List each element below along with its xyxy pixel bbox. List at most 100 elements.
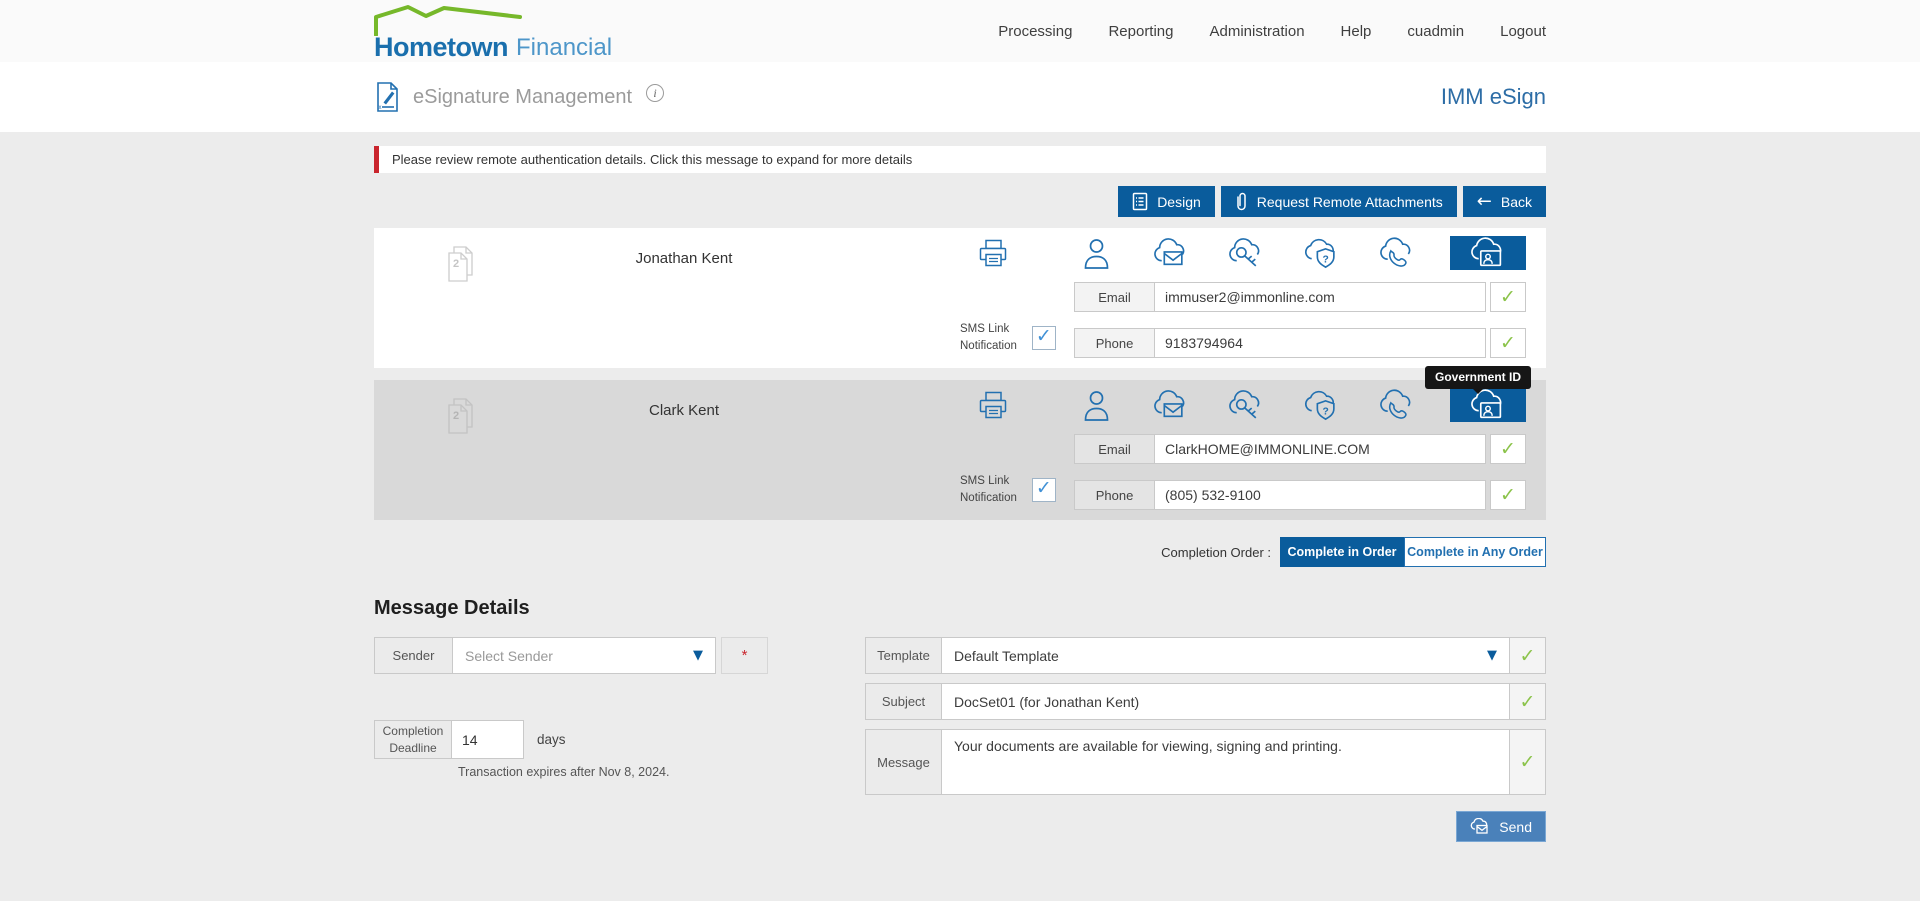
sms-link-notification-label: SMS Link Notification (960, 323, 1017, 353)
product-name: IMM eSign (1440, 84, 1546, 109)
info-icon[interactable]: i (646, 84, 665, 102)
page-title: eSignature Management (413, 85, 633, 108)
sender-row: Sender Select Sender ▼ * (374, 637, 768, 674)
nav-username[interactable]: cuadmin (1407, 23, 1464, 40)
remote-security-question-icon[interactable]: ? (1300, 388, 1344, 422)
template-label: Template (866, 638, 942, 673)
content-area: Please review remote authentication deta… (374, 132, 1546, 842)
sms-notification-checkbox[interactable]: ✓ (1031, 477, 1056, 503)
check-icon: ✓ (1500, 438, 1516, 460)
nav-logout[interactable]: Logout (1500, 23, 1546, 40)
sms-link-notification-label: SMS Link Notification (960, 475, 1017, 505)
template-row: Template Default Template ▼ ✓ (865, 637, 1546, 674)
sender-required-marker: * (721, 637, 768, 674)
printer-icon[interactable] (974, 238, 1011, 271)
printer-icon[interactable] (974, 390, 1011, 423)
sender-selected-value[interactable]: Select Sender ▼ (453, 638, 715, 673)
message-row: Message Your documents are available for… (865, 729, 1546, 795)
send-button[interactable]: Send (1456, 811, 1546, 842)
check-icon: ✓ (1519, 751, 1536, 773)
review-auth-alert[interactable]: Please review remote authentication deta… (374, 146, 1546, 173)
toolbar: Design Request Remote Attachments ← Back (374, 186, 1546, 217)
complete-in-any-order-button[interactable]: Complete in Any Order (1404, 537, 1546, 567)
tooltip-caret (1471, 388, 1484, 394)
recipient-person-icon[interactable] (1074, 388, 1118, 422)
template-valid-check: ✓ (1509, 638, 1545, 673)
remote-password-icon[interactable] (1224, 236, 1268, 270)
phone-label: Phone (1074, 328, 1154, 358)
subject-input[interactable]: DocSet01 (for Jonathan Kent) (942, 684, 1509, 719)
government-id-icon[interactable] (1449, 236, 1526, 270)
sender-dropdown[interactable]: Sender Select Sender ▼ (374, 637, 716, 674)
email-value[interactable]: immuser2@immonline.com (1154, 282, 1486, 312)
doc-count-number: 2 (453, 410, 459, 422)
phone-value[interactable]: (805) 532-9100 (1154, 480, 1486, 510)
top-nav-bar: Hometown Financial Processing Reporting … (0, 0, 1920, 62)
deadline-days-input[interactable] (452, 720, 524, 759)
hometown-financial-logo: Hometown Financial (374, 0, 612, 62)
sms-notification-checkbox[interactable]: ✓ (1031, 325, 1056, 351)
nav-help[interactable]: Help (1341, 23, 1372, 40)
back-arrow-icon: ← (1476, 190, 1492, 212)
message-textarea[interactable]: Your documents are available for viewing… (942, 730, 1509, 794)
sender-label: Sender (375, 638, 453, 673)
email-valid-check: ✓ (1490, 434, 1526, 464)
message-details-heading: Message Details (374, 597, 530, 619)
document-count-icon: 2 (448, 246, 473, 282)
check-icon: ✓ (1500, 286, 1516, 308)
phone-value[interactable]: 9183794964 (1154, 328, 1486, 358)
completion-deadline-row: Completion Deadline days (374, 720, 768, 759)
back-button[interactable]: ← Back (1462, 186, 1546, 217)
recipient-person-icon[interactable] (1074, 236, 1118, 270)
remote-phone-icon[interactable] (1375, 388, 1419, 422)
svg-text:x: x (379, 105, 382, 111)
recipient-row-clark-kent[interactable]: Government ID 2 Clark Kent ? Email Clark… (374, 366, 1546, 520)
completion-order-label: Completion Order : (1161, 544, 1271, 560)
nav-reporting[interactable]: Reporting (1108, 23, 1173, 40)
recipient-row-jonathan-kent[interactable]: 2 Jonathan Kent ? Email immuser2@immonli… (374, 228, 1546, 368)
remote-security-question-icon[interactable]: ? (1300, 236, 1344, 270)
government-id-tooltip: Government ID (1424, 366, 1531, 394)
complete-in-order-button[interactable]: Complete in Order (1280, 537, 1404, 567)
government-id-icon[interactable] (1449, 388, 1526, 422)
logo-roof-icon (374, 5, 522, 36)
email-value[interactable]: ClarkHOME@IMMONLINE.COM (1154, 434, 1486, 464)
phone-label: Phone (1074, 480, 1154, 510)
request-remote-attachments-button[interactable]: Request Remote Attachments (1220, 186, 1457, 217)
remote-phone-icon[interactable] (1375, 236, 1419, 270)
nav-processing[interactable]: Processing (998, 23, 1072, 40)
phone-row: Phone (805) 532-9100 ✓ (1074, 480, 1526, 510)
email-valid-check: ✓ (1490, 282, 1526, 312)
email-label: Email (1074, 434, 1154, 464)
svg-text:?: ? (1322, 406, 1328, 417)
chevron-down-icon: ▼ (1487, 648, 1497, 663)
check-icon: ✓ (1500, 332, 1516, 354)
message-valid-check: ✓ (1509, 730, 1545, 794)
checkbox-check-icon: ✓ (1035, 477, 1052, 500)
back-button-label: Back (1500, 193, 1532, 210)
design-button[interactable]: Design (1118, 186, 1215, 217)
page-header: x eSignature Management i IMM eSign (0, 62, 1920, 132)
doc-count-number: 2 (453, 258, 459, 270)
template-selected-value: Default Template (954, 647, 1059, 664)
brand-suffix: Financial (516, 34, 613, 61)
message-label: Message (866, 730, 942, 794)
nav-administration[interactable]: Administration (1210, 23, 1305, 40)
remote-email-icon[interactable] (1149, 388, 1193, 422)
paperclip-icon (1237, 192, 1246, 210)
chevron-down-icon: ▼ (693, 648, 703, 663)
checkbox-check-icon: ✓ (1035, 325, 1052, 348)
esignature-document-icon: x (377, 82, 398, 112)
phone-row: Phone 9183794964 ✓ (1074, 328, 1526, 358)
remote-password-icon[interactable] (1224, 388, 1268, 422)
sms-link-notification: SMS Link Notification ✓ (960, 321, 1056, 356)
main-nav: Processing Reporting Administration Help… (998, 23, 1546, 40)
template-dropdown[interactable]: Default Template ▼ (942, 638, 1509, 673)
brand-name: Hometown (374, 32, 509, 62)
subject-label: Subject (866, 684, 942, 719)
remote-email-icon[interactable] (1149, 236, 1193, 270)
recipient-name: Jonathan Kent (635, 250, 733, 267)
deadline-unit-label: days (537, 732, 566, 747)
send-email-icon (1470, 818, 1488, 834)
design-document-icon (1132, 192, 1148, 211)
